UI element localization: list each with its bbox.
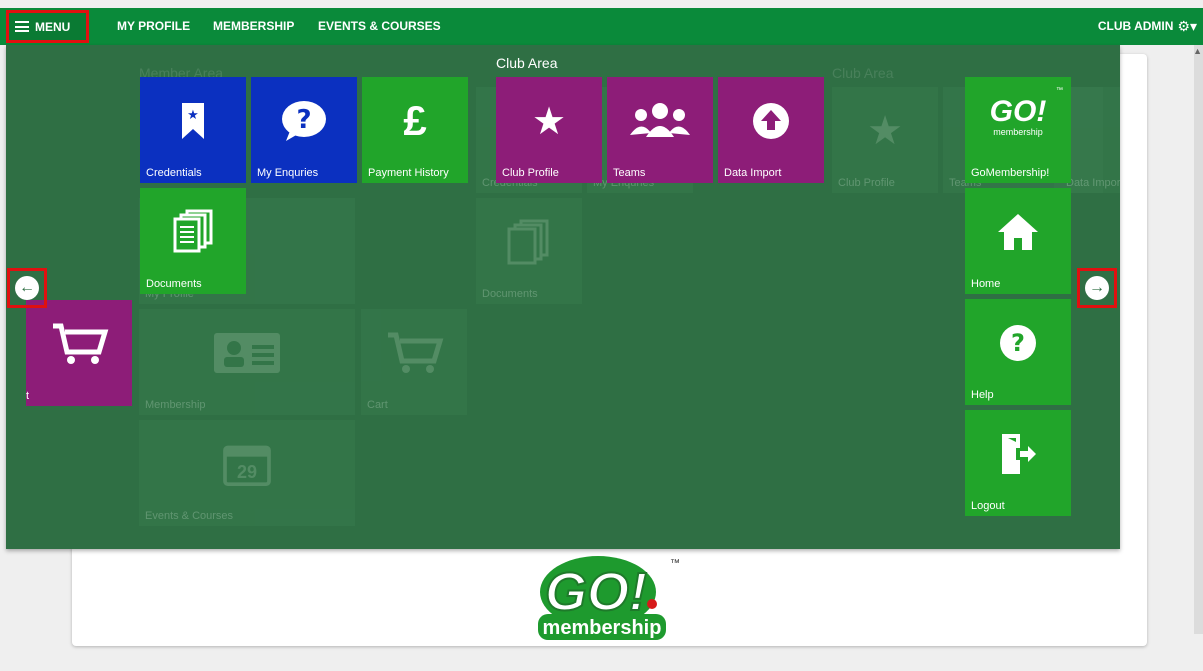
scrollbar[interactable] [1194,45,1203,634]
tile-label: Teams [613,167,646,179]
menu-overlay: Member Area Club Area My Profile Members… [6,45,1120,549]
ghost-label: Cart [367,399,388,411]
club-admin-label: CLUB ADMIN [1097,19,1174,33]
ghost-label: Documents [482,288,538,300]
ghost-tile-documents: Documents [476,198,582,304]
ghost-tile-club-profile: ★ Club Profile [832,87,938,193]
ghost-tile-membership: Membership [139,309,355,415]
tile-gomembership[interactable]: GO! membership ™ GoMembership! [965,77,1071,183]
tile-help[interactable]: ? Help [965,299,1071,405]
top-nav-bar: MENU MY PROFILE MEMBERSHIP EVENTS & COUR… [0,8,1203,45]
gomembership-logo: GO! membership ™ [536,552,686,644]
ghost-tile-events: 29 Events & Courses [139,420,355,526]
question-bubble-icon: ? [251,99,357,143]
tile-club-profile[interactable]: ★ Club Profile [496,77,602,183]
tile-cart-partial[interactable]: t [26,300,132,406]
tile-label: Logout [971,500,1005,512]
svg-text:?: ? [296,105,311,135]
nav-membership[interactable]: MEMBERSHIP [213,8,294,45]
nav-events-courses[interactable]: EVENTS & COURSES [318,8,441,45]
arrow-right-icon: → [1085,276,1109,300]
tile-data-import[interactable]: Data Import [718,77,824,183]
tile-label: Data Import [724,167,782,179]
tile-label: My Enquries [257,167,319,179]
logo-membership-text: membership [543,617,662,639]
ghost-label: Club Profile [838,177,895,189]
tile-teams[interactable]: Teams [607,77,713,183]
logout-door-icon [965,432,1071,476]
star-icon: ★ [867,109,903,153]
trademark: ™ [1056,87,1063,94]
tile-payment-history[interactable]: £ Payment History [362,77,468,183]
ghost-tile-cart: Cart [361,309,467,415]
logo-go-text: GO! [545,562,647,622]
arrow-left-icon: ← [15,276,39,300]
tile-credentials[interactable]: ★ Credentials [140,77,246,183]
ghost-club-area-title: Club Area [832,65,894,81]
svg-text:?: ? [1011,329,1025,357]
ghost-label: Events & Courses [145,510,234,522]
cart-icon [26,322,132,366]
cart-icon [361,331,467,375]
tile-label: Help [971,389,994,401]
bookmark-star-icon: ★ [140,99,246,143]
tile-home[interactable]: Home [965,188,1071,294]
logo-go-text: GO! [989,95,1047,128]
ghost-label: Membership [145,399,206,411]
group-icon [607,99,713,143]
documents-icon [476,219,582,265]
menu-button[interactable]: MENU [6,10,89,43]
tile-label: Credentials [146,167,202,179]
gomembership-logo-icon: GO! membership [965,95,1071,139]
home-icon [965,210,1071,254]
tile-my-enquries[interactable]: ? My Enquries [251,77,357,183]
menu-label: MENU [35,19,71,34]
logo-membership-text: membership [993,127,1043,137]
hamburger-icon [15,21,29,32]
tile-label: GoMembership! [971,167,1050,179]
tile-label: Documents [146,278,202,290]
scroll-up-icon[interactable]: ▲ [1193,46,1202,56]
nav-my-profile[interactable]: MY PROFILE [117,8,190,45]
id-card-icon [139,331,355,375]
slide-left-button[interactable]: ← [7,268,47,308]
club-admin-menu[interactable]: CLUB ADMIN ⚙▾ [1098,8,1197,45]
documents-icon [140,209,246,254]
slide-right-button[interactable]: → [1077,268,1117,308]
calendar-day: 29 [236,462,258,482]
pound-icon: £ [403,97,427,144]
tile-label: Home [971,278,1001,290]
upload-icon [718,99,824,143]
tile-label: Payment History [368,167,449,179]
help-icon: ? [965,321,1071,365]
tile-logout[interactable]: Logout [965,410,1071,516]
logo-trademark: ™ [670,558,680,569]
svg-text:★: ★ [187,108,199,123]
club-area-title: Club Area [496,55,558,71]
tile-label: Club Profile [502,167,559,179]
tile-label: t [26,390,30,402]
star-icon: ★ [531,100,567,143]
tile-documents[interactable]: Documents [140,188,246,294]
gear-icon: ⚙▾ [1177,18,1197,34]
ghost-label: Data Import [1066,177,1120,189]
